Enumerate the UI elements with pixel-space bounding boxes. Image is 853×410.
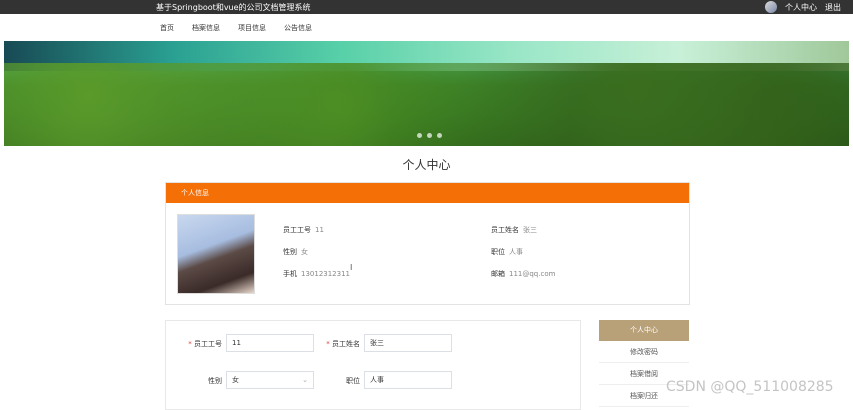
main-nav: 首页 档案信息 项目信息 公告信息 xyxy=(0,14,853,41)
profile-edit-form: * 员工工号 11 * 员工姓名 张三 性别 女 ⌄ 职位 人事 xyxy=(165,320,581,410)
form-position-label: 职位 xyxy=(346,377,360,385)
info-emp-no-value: 11 xyxy=(315,226,324,234)
emp-no-input[interactable]: 11 xyxy=(226,334,314,352)
info-emp-no-label: 员工工号 xyxy=(283,226,311,234)
info-position-value: 人事 xyxy=(509,248,523,256)
profile-link[interactable]: 个人中心 xyxy=(785,2,817,13)
form-gender-label: 性别 xyxy=(208,377,222,385)
watermark: CSDN @QQ_511008285 xyxy=(666,379,834,395)
name-input[interactable]: 张三 xyxy=(364,334,452,352)
carousel-indicators xyxy=(417,133,442,138)
top-bar: 基于Springboot和vue的公司文档管理系统 个人中心 退出 xyxy=(0,0,853,14)
info-phone-value: 13012312311 xyxy=(301,270,350,278)
info-name-value: 张三 xyxy=(523,226,537,234)
nav-item-projects[interactable]: 项目信息 xyxy=(238,23,266,33)
page-title: 个人中心 xyxy=(402,158,451,172)
info-gender: 性别女 xyxy=(283,247,308,257)
banner-carousel[interactable] xyxy=(4,41,849,146)
info-gender-label: 性别 xyxy=(283,248,297,256)
info-email: 邮箱 111@qq.com xyxy=(491,269,555,279)
chevron-down-icon: ⌄ xyxy=(302,376,308,384)
side-item-profile[interactable]: 个人中心 xyxy=(599,320,689,341)
info-email-value: 111@qq.com xyxy=(509,270,556,278)
carousel-dot[interactable] xyxy=(437,133,442,138)
nav-item-notices[interactable]: 公告信息 xyxy=(284,23,312,33)
info-name-label: 员工姓名 xyxy=(491,226,519,234)
carousel-dot[interactable] xyxy=(427,133,432,138)
carousel-dot[interactable] xyxy=(417,133,422,138)
app-title: 基于Springboot和vue的公司文档管理系统 xyxy=(156,2,311,12)
info-emp-no: 员工工号 11 xyxy=(283,225,324,235)
info-phone-label: 手机 xyxy=(283,270,297,278)
form-emp-no-label: * 员工工号 xyxy=(188,340,222,348)
position-input[interactable]: 人事 xyxy=(364,371,452,389)
profile-photo xyxy=(177,214,255,294)
info-name: 员工姓名 张三 xyxy=(491,225,537,235)
user-avatar[interactable] xyxy=(765,1,777,13)
info-card-header: 个人信息 xyxy=(166,183,689,203)
info-email-label: 邮箱 xyxy=(491,270,505,278)
nav-item-archives[interactable]: 档案信息 xyxy=(192,23,220,33)
info-position-label: 职位 xyxy=(491,248,505,256)
side-item-change-password[interactable]: 修改密码 xyxy=(599,341,689,363)
text-cursor-icon: I xyxy=(350,263,353,272)
info-gender-value: 女 xyxy=(301,248,308,256)
gender-select[interactable]: 女 ⌄ xyxy=(226,371,314,389)
personal-info-card: 个人信息 员工工号 11 员工姓名 张三 性别女 职位 人事 手机 1301231231… xyxy=(165,182,690,305)
info-position: 职位 人事 xyxy=(491,247,523,257)
logout-link[interactable]: 退出 xyxy=(825,2,841,13)
nav-item-home[interactable]: 首页 xyxy=(160,23,174,33)
form-name-label: * 员工姓名 xyxy=(326,340,360,348)
info-phone: 手机 13012312311 xyxy=(283,269,350,279)
